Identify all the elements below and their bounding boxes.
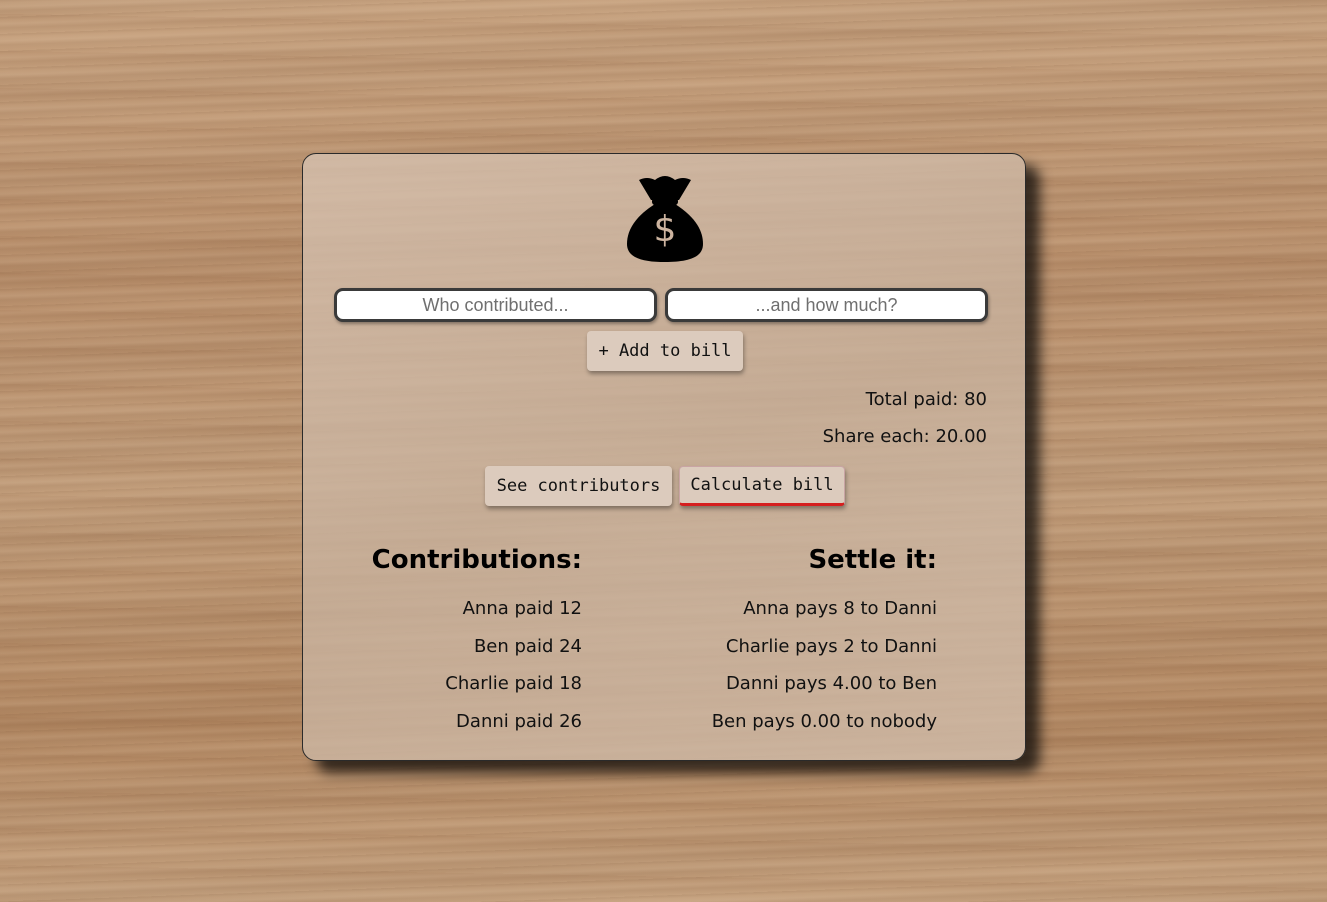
- dollar-sign: $: [654, 209, 677, 250]
- money-bag-icon: $: [627, 176, 703, 262]
- list-item: Ben paid 24: [473, 635, 582, 657]
- contributions-heading: Contributions:: [371, 545, 582, 575]
- list-item: Anna pays 8 to Danni: [743, 598, 937, 619]
- contribution-amount-input[interactable]: [665, 288, 988, 322]
- contributions-list: Contributions: Anna paid 12 Ben paid 24 …: [322, 544, 582, 740]
- list-item: Anna paid 12: [462, 598, 582, 619]
- list-item: Ben pays 0.00 to nobody: [711, 710, 937, 732]
- list-item: Danni paid 26: [456, 710, 582, 732]
- add-to-bill-button[interactable]: + Add to bill: [587, 331, 743, 371]
- calculate-bill-button[interactable]: Calculate bill: [679, 466, 845, 506]
- bill-splitter-card: $ + Add to bill Total paid: 80 Share eac…: [302, 153, 1026, 761]
- list-item: Charlie paid 18: [445, 673, 582, 694]
- share-each-text: Share each: 20.00: [822, 426, 987, 447]
- see-contributors-button[interactable]: See contributors: [485, 466, 672, 506]
- settle-heading: Settle it:: [808, 545, 937, 575]
- settle-list: Settle it: Anna pays 8 to Danni Charlie …: [677, 544, 937, 740]
- total-paid-text: Total paid: 80: [865, 389, 987, 410]
- contributor-name-input[interactable]: [334, 288, 657, 322]
- list-item: Danni pays 4.00 to Ben: [725, 673, 937, 694]
- list-item: Charlie pays 2 to Danni: [725, 635, 937, 657]
